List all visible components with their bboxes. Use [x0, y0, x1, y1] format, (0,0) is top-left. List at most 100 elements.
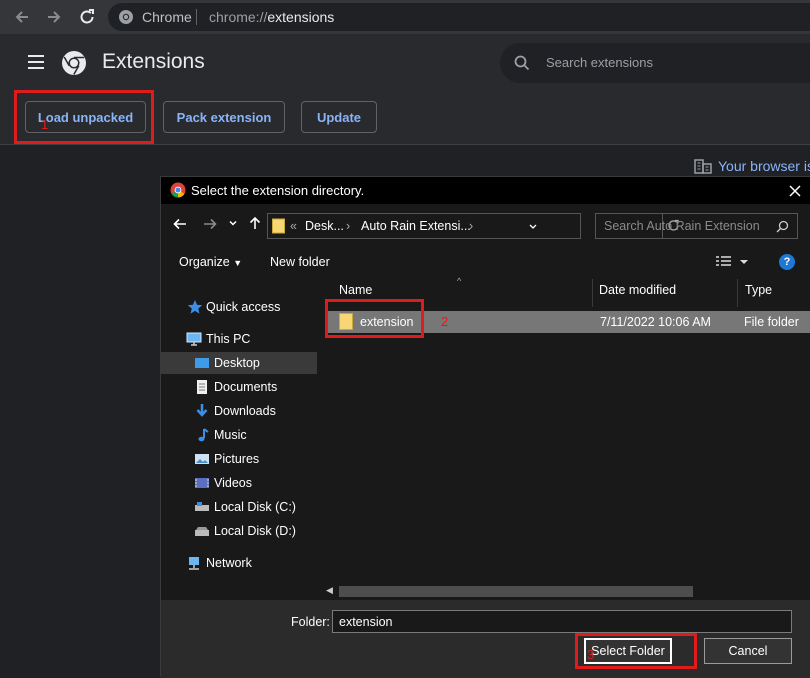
documents-icon — [197, 380, 207, 394]
annotation-box-2 — [325, 299, 424, 338]
chrome-logo-icon — [62, 51, 86, 75]
nav-pictures[interactable]: Pictures — [161, 448, 317, 470]
back-button[interactable] — [10, 5, 34, 29]
browser-toolbar: Chrome chrome://extensions — [0, 0, 810, 34]
annotation-number-3: 3 — [587, 647, 595, 662]
folder-name-input[interactable]: extension — [332, 610, 792, 633]
nav-quick-access[interactable]: Quick access — [161, 296, 317, 318]
chevron-down-icon — [529, 224, 537, 229]
nav-label: Videos — [214, 476, 252, 490]
address-bar[interactable]: Chrome chrome://extensions — [108, 3, 810, 31]
dropdown-caret-icon: ▼ — [233, 258, 243, 268]
navigation-pane: Quick access This PC Desktop Documents D… — [161, 279, 317, 600]
dialog-close-button[interactable] — [785, 181, 805, 201]
breadcrumb-overflow[interactable]: « — [290, 219, 297, 233]
dialog-search-placeholder: Search Auto Rain Extension — [604, 219, 760, 233]
column-header-date[interactable]: Date modified — [599, 283, 676, 307]
nav-videos[interactable]: Videos — [161, 472, 317, 494]
breadcrumb-chevron: › — [346, 219, 351, 233]
nav-label: Pictures — [214, 452, 260, 466]
nav-local-disk-d[interactable]: Local Disk (D:) — [161, 520, 317, 542]
search-extensions-input[interactable]: Search extensions — [500, 43, 810, 83]
breadcrumb-desktop[interactable]: Desk... — [305, 219, 344, 233]
desktop-icon — [195, 358, 209, 368]
music-note-icon — [198, 428, 209, 442]
annotation-number-2: 2 — [441, 314, 449, 329]
nav-local-disk-c[interactable]: Local Disk (C:) — [161, 496, 317, 518]
videos-icon — [195, 478, 209, 488]
nav-this-pc[interactable]: This PC — [161, 328, 317, 350]
dialog-back-button[interactable] — [172, 216, 188, 232]
star-icon — [187, 300, 203, 314]
forward-arrow-icon — [204, 218, 217, 230]
path-history-button[interactable] — [528, 222, 538, 232]
select-directory-dialog: Select the extension directory. « Desk..… — [160, 176, 810, 678]
cancel-button[interactable]: Cancel — [704, 638, 792, 664]
search-icon — [514, 55, 530, 71]
managed-browser-notice[interactable]: Your browser is — [694, 158, 810, 174]
back-arrow-icon — [173, 218, 186, 230]
scroll-left-icon[interactable]: ◀ — [326, 585, 333, 596]
drive-icon — [195, 527, 209, 536]
building-icon — [694, 159, 712, 174]
organize-menu[interactable]: Organize ▼ — [179, 255, 242, 269]
help-icon[interactable]: ? — [779, 254, 795, 270]
folder-label: Folder: — [291, 615, 330, 629]
file-date-modified: 7/11/2022 10:06 AM — [600, 315, 711, 329]
column-header-type[interactable]: Type — [745, 283, 772, 307]
menu-button[interactable] — [26, 54, 46, 70]
view-details-icon — [716, 256, 748, 266]
dialog-search-input[interactable]: Search Auto Rain Extension — [595, 213, 798, 239]
pack-extension-button[interactable]: Pack extension — [163, 101, 285, 133]
breadcrumb-chevron: › — [469, 219, 474, 233]
nav-label: Local Disk (D:) — [214, 524, 296, 538]
nav-music[interactable]: Music — [161, 424, 317, 446]
annotation-number-1: 1 — [41, 117, 49, 132]
scrollbar-thumb[interactable] — [339, 586, 693, 597]
recent-locations-button[interactable] — [228, 218, 238, 228]
dialog-path-bar[interactable]: « Desk... › Auto Rain Extensi... › — [267, 213, 679, 239]
update-button[interactable]: Update — [301, 101, 377, 133]
chevron-down-icon — [229, 220, 237, 226]
file-type: File folder — [744, 315, 799, 329]
search-placeholder: Search extensions — [546, 55, 653, 70]
reload-button[interactable] — [75, 5, 99, 29]
url-host: extensions — [267, 9, 335, 25]
hamburger-menu-icon — [28, 55, 44, 69]
dialog-title: Select the extension directory. — [191, 183, 365, 198]
site-chip-label: Chrome — [142, 9, 192, 25]
nav-network[interactable]: Network — [161, 552, 317, 574]
nav-label: Music — [214, 428, 247, 442]
network-icon — [189, 557, 199, 570]
annotation-box-1 — [14, 90, 154, 144]
nav-label: Network — [206, 556, 252, 570]
horizontal-scrollbar[interactable]: ◀ — [322, 583, 810, 600]
computer-icon — [186, 332, 202, 346]
address-separator — [196, 9, 197, 25]
reload-icon — [80, 9, 94, 24]
nav-downloads[interactable]: Downloads — [161, 400, 317, 422]
up-arrow-icon — [249, 216, 261, 229]
nav-label: Downloads — [214, 404, 276, 418]
sort-indicator-icon: ^ — [457, 276, 462, 286]
breadcrumb-auto-rain[interactable]: Auto Rain Extensi... — [361, 219, 471, 233]
pictures-icon — [195, 454, 209, 464]
extensions-header: Extensions Search extensions — [0, 34, 810, 90]
forward-button[interactable] — [42, 5, 66, 29]
nav-desktop[interactable]: Desktop — [161, 352, 317, 374]
page-title: Extensions — [102, 50, 205, 73]
nav-label: Documents — [214, 380, 278, 394]
nav-label: Desktop — [214, 356, 260, 370]
url-scheme: chrome:// — [209, 9, 268, 25]
nav-documents[interactable]: Documents — [161, 376, 317, 398]
folder-icon — [272, 218, 285, 234]
chrome-dialog-icon — [170, 182, 186, 198]
new-folder-button[interactable]: New folder — [270, 255, 330, 269]
view-options-button[interactable] — [715, 254, 749, 270]
column-divider — [737, 279, 738, 307]
managed-notice-text: Your browser is — [718, 158, 810, 174]
search-icon — [776, 220, 789, 233]
up-folder-button[interactable] — [247, 215, 263, 231]
dialog-forward-button[interactable] — [202, 216, 218, 232]
chrome-site-icon — [119, 10, 133, 24]
